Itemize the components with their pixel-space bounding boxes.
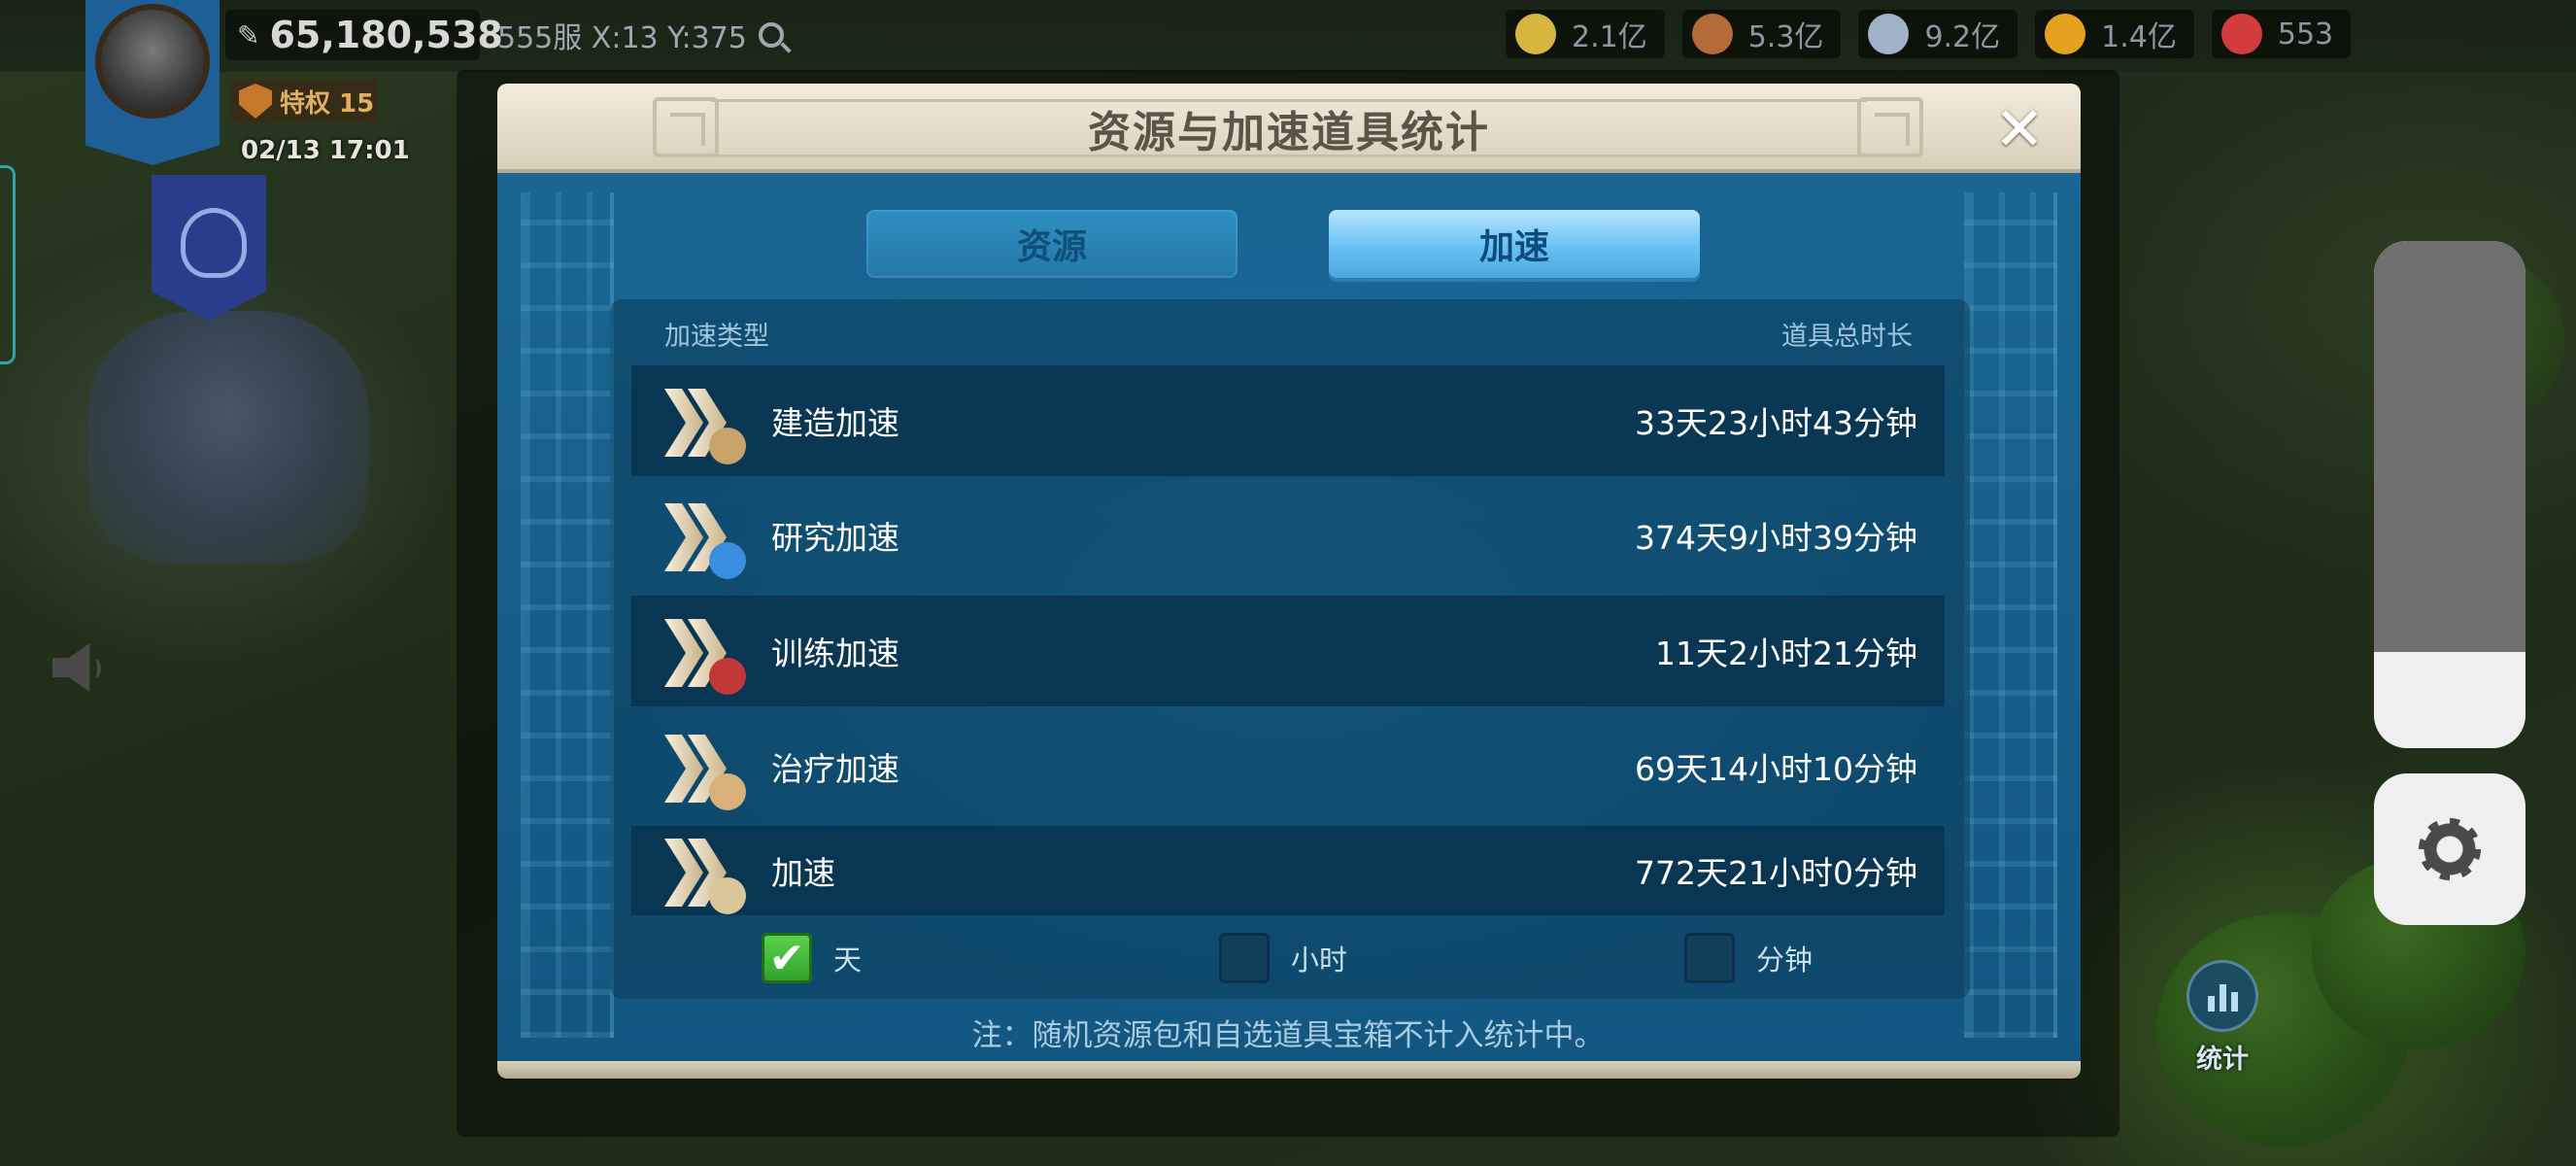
gear-icon [2419,818,2481,880]
list-item[interactable]: 研究加速 374天9小时39分钟 [631,480,1945,591]
server-time: 02/13 17:01 [241,136,410,165]
vip-shield-icon [239,84,272,119]
tab-speedups[interactable]: 加速 [1329,210,1700,278]
list-item[interactable]: 建造加速 33天23小时43分钟 [631,365,1945,476]
resource-value: 1.4亿 [2101,20,2177,54]
build-speedup-icon [659,377,746,464]
research-speedup-icon [659,492,746,579]
speaker-wave-icon [87,659,101,678]
training-speedup-icon [659,607,746,695]
border-pattern [521,192,614,1038]
speedup-total: 69天14小时10分钟 [1635,750,1917,788]
column-header-type: 加速类型 [664,322,769,352]
speedup-total: 11天2小时21分钟 [1655,634,1917,672]
stats-button[interactable]: 统计 [2174,960,2271,1077]
resource-bar: 2.1亿 5.3亿 9.2亿 1.4亿 553 [1506,10,2352,58]
speedup-label: 研究加速 [771,519,899,557]
column-header-total: 道具总时长 [1781,322,1913,352]
filter-label: 天 [833,943,863,977]
settings-button[interactable] [2374,773,2525,925]
filter-hours[interactable]: 小时 [1219,933,1347,983]
modal-header: 资源与加速道具统计 ✕ [497,84,2081,173]
bar-chart-icon [2186,960,2258,1032]
power-display[interactable]: ✎ 65,180,538 [225,10,503,60]
side-drawer-handle[interactable] [0,165,16,364]
resource-value: 2.1亿 [1572,20,1647,54]
speedup-label: 加速 [771,854,835,892]
coordinates-text: 555服 X:13 Y:375 [497,21,747,55]
gem-icon [2220,14,2262,54]
wood-icon [1691,14,1733,54]
city-castle [87,311,369,564]
coordinates-display[interactable]: 555服 X:13 Y:375 [497,14,784,56]
speedup-total: 374天9小时39分钟 [1635,519,1917,557]
checkbox-unchecked[interactable] [1684,933,1735,983]
resource-grain[interactable]: 2.1亿 [1506,10,1665,58]
resource-wood[interactable]: 5.3亿 [1681,10,1842,58]
resource-value: 5.3亿 [1747,20,1824,54]
speedup-stats-modal: 资源与加速道具统计 ✕ 资源 加速 加速类型 道具总时长 建造加速 33天23小… [497,84,2081,1079]
resource-stone[interactable]: 9.2亿 [1858,10,2018,58]
list-item[interactable]: 治疗加速 69天14小时10分钟 [631,711,1945,822]
close-button[interactable]: ✕ [1987,99,2051,159]
healing-speedup-icon [659,723,746,810]
resource-gold[interactable]: 1.4亿 [2035,10,2194,58]
volume-slider-fill [2374,241,2525,652]
power-value: 65,180,538 [269,14,503,56]
filter-days[interactable]: ✔ 天 [762,933,862,983]
speedup-total: 33天23小时43分钟 [1635,404,1917,442]
filter-label: 分钟 [1756,943,1813,977]
resource-gems[interactable]: 553 [2211,10,2352,58]
resource-value: 9.2亿 [1924,20,2001,54]
search-icon[interactable] [758,22,784,48]
universal-speedup-icon [659,827,746,914]
tab-resources[interactable]: 资源 [866,210,1237,278]
stats-label: 统计 [2196,1045,2249,1075]
vip-label: 特权 15 [280,88,375,119]
gold-icon [2045,14,2086,54]
player-avatar[interactable] [95,4,210,119]
modal-title: 资源与加速道具统计 [1088,108,1490,157]
speedup-total: 772天21小时0分钟 [1635,854,1917,892]
speedup-label: 建造加速 [771,404,899,442]
border-pattern [1964,192,2057,1038]
filter-label: 小时 [1291,943,1348,977]
resource-value: 553 [2277,17,2334,51]
stone-icon [1868,14,1910,54]
modal-footer-rim [497,1061,2081,1079]
speedup-label: 训练加速 [771,634,899,672]
grain-icon [1515,14,1556,54]
checkbox-unchecked[interactable] [1219,933,1270,983]
pencil-icon: ✎ [237,18,260,51]
checkbox-checked[interactable]: ✔ [762,933,812,983]
list-item[interactable]: 训练加速 11天2小时21分钟 [631,596,1945,706]
list-item[interactable]: 加速 772天21小时0分钟 [631,826,1945,915]
speedup-label: 治疗加速 [771,750,899,788]
volume-slider[interactable] [2374,241,2525,748]
vip-badge[interactable]: 特权 15 [231,80,379,122]
filter-minutes[interactable]: 分钟 [1684,933,1813,983]
alliance-flag-icon[interactable] [152,175,266,321]
